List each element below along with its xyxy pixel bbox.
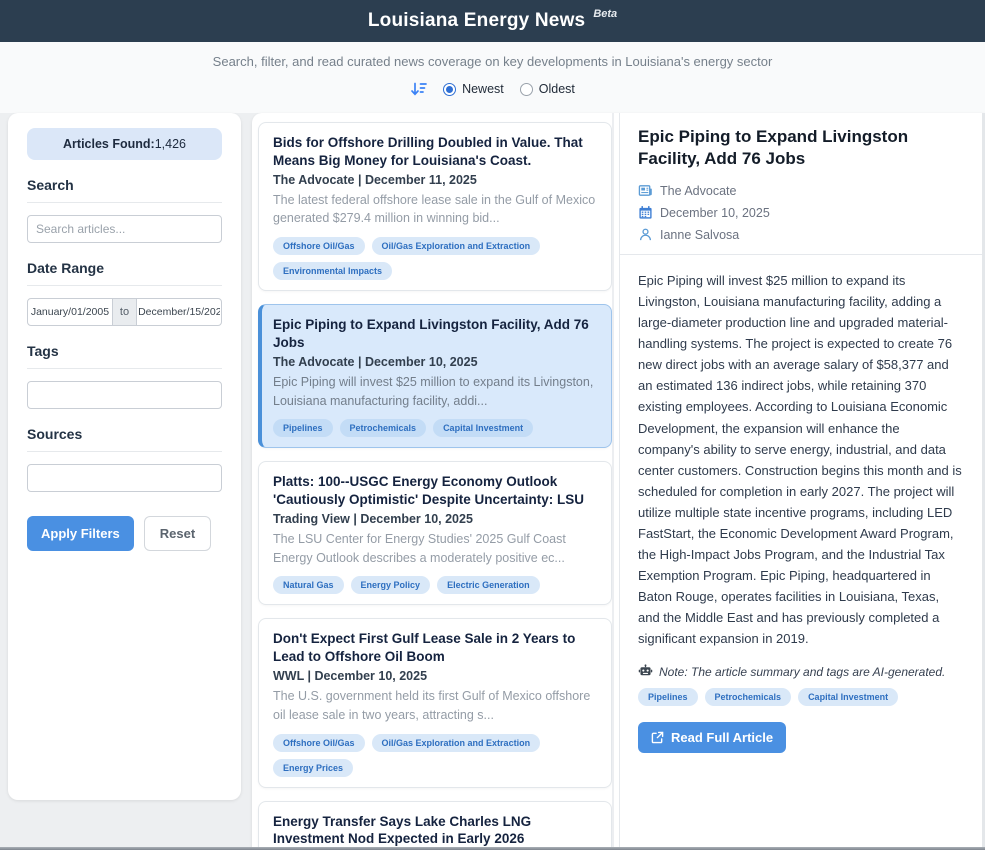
beta-badge: Beta [593,8,617,20]
ai-note-text: Note: The article summary and tags are A… [659,665,945,679]
date-from-input[interactable] [27,298,113,326]
newspaper-icon [638,183,653,198]
divider [27,368,222,369]
calendar-icon [638,205,653,220]
tag-pill: Offshore Oil/Gas [273,237,365,255]
article-summary: The latest federal offshore lease sale i… [273,191,597,229]
article-card[interactable]: Bids for Offshore Drilling Doubled in Va… [258,122,612,291]
article-title: Bids for Offshore Drilling Doubled in Va… [273,134,597,170]
article-source-line: WWL | December 10, 2025 [273,669,597,683]
detail-source: The Advocate [660,184,736,198]
article-summary: The U.S. government held its first Gulf … [273,687,597,725]
article-tags: Offshore Oil/Gas Oil/Gas Exploration and … [273,734,597,777]
article-tags: Natural Gas Energy Policy Electric Generat… [273,576,597,594]
article-detail: Epic Piping to Expand Livingston Facilit… [620,113,985,850]
article-summary: The LSU Center for Energy Studies' 2025 … [273,530,597,568]
article-title: Epic Piping to Expand Livingston Facilit… [273,316,597,352]
articles-found-value: 1,426 [155,137,186,151]
date-range-heading: Date Range [27,260,222,276]
sources-heading: Sources [27,426,222,442]
read-full-article-button[interactable]: Read Full Article [638,722,786,753]
article-card[interactable]: Don't Expect First Gulf Lease Sale in 2 … [258,618,612,787]
sort-option-oldest[interactable]: Oldest [520,82,575,96]
tag-pill: Environmental Impacts [273,262,392,280]
person-icon [638,227,653,242]
ai-note: Note: The article summary and tags are A… [638,664,964,679]
date-to-input[interactable] [136,298,222,326]
tag-pill: Petrochemicals [705,688,792,706]
tag-pill: Energy Policy [351,576,431,594]
article-summary: Epic Piping will invest $25 million to e… [273,373,597,411]
article-title: Energy Transfer Says Lake Charles LNG In… [273,813,597,849]
article-source-line: The Advocate | December 11, 2025 [273,173,597,187]
tag-pill: Energy Prices [273,759,353,777]
list-scrollbar-track[interactable] [612,113,614,850]
detail-title: Epic Piping to Expand Livingston Facilit… [638,126,964,170]
tags-heading: Tags [27,343,222,359]
detail-author-row: Ianne Salvosa [638,227,964,242]
detail-author: Ianne Salvosa [660,228,739,242]
app-header: Louisiana Energy News Beta [0,0,985,42]
tag-pill: Oil/Gas Exploration and Extraction [372,734,541,752]
filter-actions: Apply Filters Reset [27,516,222,551]
tag-pill: Pipelines [638,688,698,706]
detail-body: Epic Piping will invest $25 million to e… [638,270,964,649]
date-separator-label: to [113,298,136,326]
article-card[interactable]: Epic Piping to Expand Livingston Facilit… [258,304,612,448]
tag-pill: Capital Investment [798,688,898,706]
filter-sidebar: Articles Found:1,426 Search Date Range t… [8,113,241,800]
divider [620,254,985,255]
articles-found-badge: Articles Found:1,426 [27,128,222,160]
reset-button[interactable]: Reset [144,516,211,551]
article-tags: Pipelines Petrochemicals Capital Investmen… [273,419,597,437]
sources-input[interactable] [27,464,222,492]
search-heading: Search [27,177,222,193]
external-link-icon [651,731,664,744]
sort-option-newest[interactable]: Newest [443,82,504,96]
detail-date: December 10, 2025 [660,206,770,220]
radio-oldest[interactable] [520,83,533,96]
tag-pill: Pipelines [273,419,333,437]
sort-descending-icon [410,81,427,97]
article-title: Platts: 100--USGC Energy Economy Outlook… [273,473,597,509]
tag-pill: Offshore Oil/Gas [273,734,365,752]
main-panel: Bids for Offshore Drilling Doubled in Va… [252,113,985,850]
detail-tags: Pipelines Petrochemicals Capital Investmen… [638,688,964,706]
read-full-article-label: Read Full Article [671,730,773,745]
tag-pill: Electric Generation [437,576,540,594]
apply-filters-button[interactable]: Apply Filters [27,516,134,551]
tags-input[interactable] [27,381,222,409]
divider [27,451,222,452]
tag-pill: Petrochemicals [340,419,427,437]
articles-found-label: Articles Found: [63,137,155,151]
article-title: Don't Expect First Gulf Lease Sale in 2 … [273,630,597,666]
page-subtitle: Search, filter, and read curated news co… [0,54,985,69]
tag-pill: Capital Investment [433,419,533,437]
article-source-line: The Advocate | December 10, 2025 [273,355,597,369]
detail-source-row: The Advocate [638,183,964,198]
divider [27,202,222,203]
divider [27,285,222,286]
article-card[interactable]: Energy Transfer Says Lake Charles LNG In… [258,801,612,850]
robot-icon [638,664,653,679]
sort-controls: Newest Oldest [0,81,985,97]
date-range-row: to [27,298,222,326]
sort-oldest-label: Oldest [539,82,575,96]
tag-pill: Natural Gas [273,576,344,594]
subheader: Search, filter, and read curated news co… [0,42,985,113]
article-card[interactable]: Platts: 100--USGC Energy Economy Outlook… [258,461,612,605]
article-list: Bids for Offshore Drilling Doubled in Va… [252,113,620,850]
article-tags: Offshore Oil/Gas Oil/Gas Exploration and … [273,237,597,280]
sort-newest-label: Newest [462,82,504,96]
search-input[interactable] [27,215,222,243]
radio-newest[interactable] [443,83,456,96]
app-title: Louisiana Energy News [368,10,586,32]
detail-date-row: December 10, 2025 [638,205,964,220]
tag-pill: Oil/Gas Exploration and Extraction [372,237,541,255]
article-source-line: Trading View | December 10, 2025 [273,512,597,526]
